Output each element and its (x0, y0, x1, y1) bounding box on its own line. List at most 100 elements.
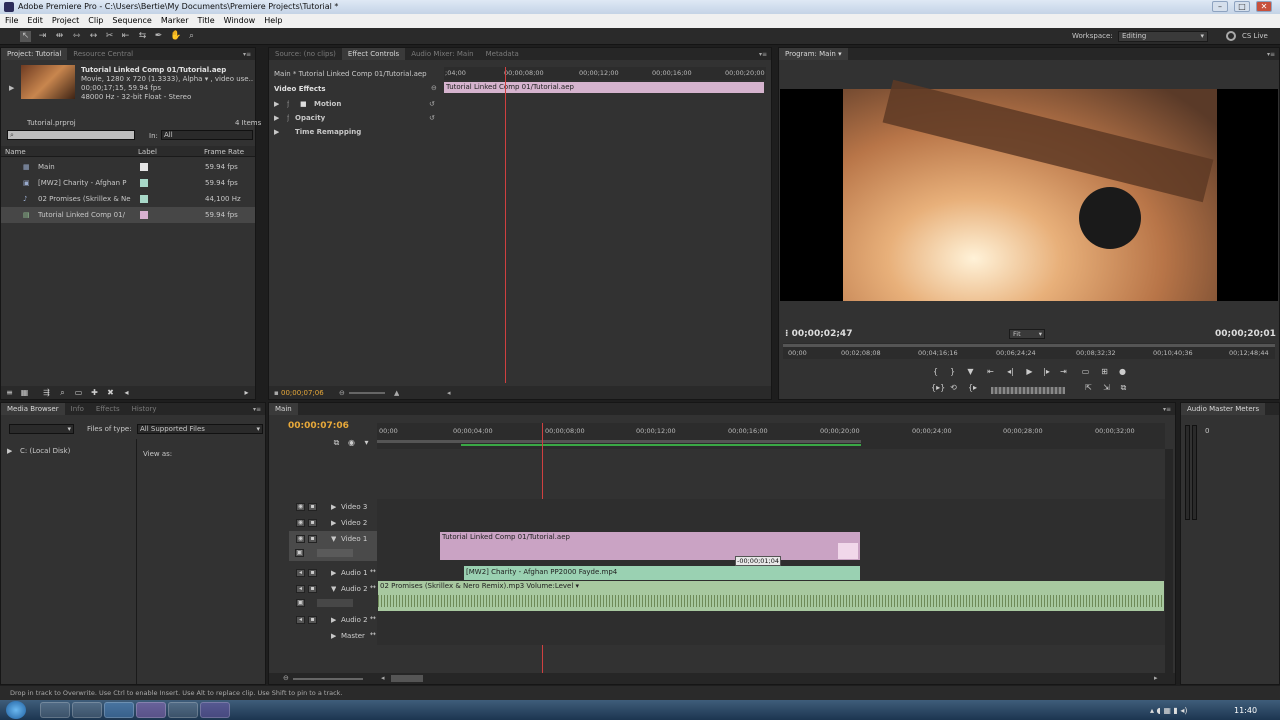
eye-icon[interactable]: ◉ (296, 535, 305, 543)
drive-item[interactable]: C: (Local Disk) (20, 447, 70, 455)
menu-clip[interactable]: Clip (88, 14, 103, 28)
trim-monitor-icon[interactable]: ⧉ (1118, 382, 1129, 393)
effect-row-opacity[interactable]: ▶ ƒ Opacity ↺ (269, 111, 443, 125)
reset-icon[interactable]: ↺ (429, 114, 435, 122)
lock-icon[interactable]: ▪ (308, 535, 317, 543)
track-header-master[interactable]: ▶ Master ↔ (269, 628, 377, 644)
zoom-in-icon[interactable]: ▲ (394, 389, 399, 397)
timeline-ruler[interactable]: 00;00 00;00;04;00 00;00;08;00 00;00;12;0… (377, 423, 1165, 449)
cs-live-icon[interactable] (1226, 31, 1236, 41)
lock-icon[interactable]: ▪ (308, 569, 317, 577)
timeline-timecode[interactable]: 00:00:07:06 (288, 421, 349, 431)
zoom-out-icon[interactable]: ⊖ (283, 674, 289, 682)
icon-view-icon[interactable]: ▦ (19, 387, 30, 398)
panel-menu-icon[interactable]: ▾≡ (253, 406, 261, 413)
tab-resource-central[interactable]: Resource Central (67, 48, 139, 60)
clip-video-1[interactable]: Tutorial Linked Comp 01/Tutorial.aep (440, 532, 860, 560)
expand-triangle-icon[interactable]: ▶ (331, 632, 336, 640)
lift-icon[interactable]: ⇱ (1083, 382, 1094, 393)
add-marker-icon[interactable]: ▾ (361, 437, 372, 448)
output-icon[interactable]: ⊞ (1099, 366, 1110, 377)
clip-audio-2[interactable]: 02 Promises (Skrillex & Nero Remix).mp3 … (378, 581, 1164, 611)
tab-audio-master-meters[interactable]: Audio Master Meters (1181, 403, 1266, 415)
expand-triangle-icon[interactable]: ▶ (331, 616, 336, 624)
tab-project[interactable]: Project: Tutorial (1, 48, 68, 60)
tab-source[interactable]: Source: (no clips) (269, 48, 342, 60)
keyframe-display-icon[interactable]: ▣ (296, 599, 305, 607)
tab-timeline-main[interactable]: Main (269, 403, 298, 415)
expand-triangle-icon[interactable]: ▶ (7, 447, 12, 455)
track-select-tool-icon[interactable]: ⇥ (37, 31, 48, 42)
keyframe-display-icon[interactable]: ▣ (295, 549, 304, 557)
track-header-audio-2[interactable]: ◂ ▪ ▼ Audio 2 ↔ ▣ (269, 581, 377, 611)
close-button[interactable]: ✕ (1256, 1, 1272, 12)
track-header-video-1[interactable]: ◉ ▪ ▼ Video 1 ▣ (289, 531, 377, 561)
ripple-edit-tool-icon[interactable]: ⇹ (54, 31, 65, 42)
taskbar-skype-icon[interactable] (104, 702, 134, 718)
track-header-video-3[interactable]: ◉ ▪ ▶ Video 3 (269, 499, 377, 515)
menu-marker[interactable]: Marker (161, 14, 189, 28)
tab-effect-controls[interactable]: Effect Controls (341, 48, 406, 60)
start-button-icon[interactable] (6, 701, 26, 719)
tray-icons[interactable]: ▴ ◖ ▦ ▮ ◂) (1150, 706, 1188, 715)
keyframe-nav[interactable] (317, 599, 353, 607)
panel-menu-icon[interactable]: ▾≡ (759, 51, 767, 58)
list-item[interactable]: ▦ Main 59.94 fps (1, 159, 255, 175)
hand-tool-icon[interactable]: ✋ (170, 31, 181, 42)
scroll-left-icon[interactable]: ◂ (381, 674, 385, 682)
keyframe-nav[interactable] (317, 549, 353, 557)
play-thumb-icon[interactable]: ▶ (9, 84, 16, 92)
menu-sequence[interactable]: Sequence (112, 14, 151, 28)
tab-metadata[interactable]: Metadata (480, 48, 525, 60)
step-back-icon[interactable]: ◂| (1005, 366, 1016, 377)
scroll-right-icon[interactable]: ▸ (241, 387, 252, 398)
list-item[interactable]: ▣ [MW2] Charity - Afghan P 59.94 fps (1, 175, 255, 191)
track-header-video-2[interactable]: ◉ ▪ ▶ Video 2 (269, 515, 377, 531)
menu-title[interactable]: Title (198, 14, 215, 28)
taskbar-clock[interactable]: 11:40 (1234, 706, 1257, 715)
in-dropdown[interactable]: All (161, 130, 253, 140)
lock-icon[interactable]: ▪ (308, 616, 317, 624)
play-icon[interactable]: ▶ (1024, 366, 1035, 377)
list-item[interactable]: ♪ 02 Promises (Skrillex & Ne 44,100 Hz (1, 191, 255, 207)
list-item[interactable]: ▤ Tutorial Linked Comp 01/ 59.94 fps (1, 207, 255, 223)
reset-icon[interactable]: ↺ (429, 100, 435, 108)
jog-shuttle[interactable] (991, 387, 1065, 394)
expand-triangle-icon[interactable]: ▶ (331, 519, 336, 527)
col-name[interactable]: Name (5, 148, 26, 156)
menu-help[interactable]: Help (264, 14, 282, 28)
pen-tool-icon[interactable]: ✒ (153, 31, 164, 42)
find-icon[interactable]: ⌕ (57, 387, 68, 398)
timeline-zoom-slider[interactable] (293, 678, 363, 680)
rate-stretch-tool-icon[interactable]: ↔ (88, 31, 99, 42)
taskbar-after-effects-icon[interactable] (200, 702, 230, 718)
work-area-bar[interactable] (377, 440, 861, 443)
expand-triangle-icon[interactable]: ▶ (274, 128, 279, 136)
tab-audio-mixer[interactable]: Audio Mixer: Main (405, 48, 479, 60)
new-item-icon[interactable]: ✚ (89, 387, 100, 398)
program-ruler[interactable]: 00;00 00;02;08;08 00;04;16;16 00;06;24;2… (783, 343, 1275, 359)
lock-icon[interactable]: ▪ (308, 519, 317, 527)
col-frame-rate[interactable]: Frame Rate (204, 148, 244, 156)
mark-in-icon[interactable]: { (930, 366, 941, 377)
zoom-tool-icon[interactable]: ⌕ (186, 31, 197, 42)
panel-menu-icon[interactable]: ▾≡ (1163, 406, 1171, 413)
eye-icon[interactable]: ◉ (296, 503, 305, 511)
toggle-effect-icon[interactable]: ⊖ (431, 84, 437, 92)
effect-clip-bar[interactable]: Tutorial Linked Comp 01/Tutorial.aep (444, 82, 764, 93)
set-marker-icon[interactable]: ◉ (346, 437, 357, 448)
export-frame-icon[interactable]: ● (1117, 366, 1128, 377)
track-header-audio-1[interactable]: ◂ ▪ ▶ Audio 1 ↔ (269, 565, 377, 581)
expand-triangle-icon[interactable]: ▼ (331, 535, 336, 543)
taskbar-explorer-icon[interactable] (72, 702, 102, 718)
razor-tool-icon[interactable]: ✂ (104, 31, 115, 42)
menu-window[interactable]: Window (224, 14, 256, 28)
mark-out-icon[interactable]: } (947, 366, 958, 377)
expand-triangle-icon[interactable]: ▶ (274, 100, 279, 108)
automate-icon[interactable]: ⇶ (41, 387, 52, 398)
step-forward-icon[interactable]: |▸ (1041, 366, 1052, 377)
restore-button[interactable]: □ (1234, 1, 1250, 12)
delete-icon[interactable]: ✖ (105, 387, 116, 398)
track-header-audio-2b[interactable]: ◂ ▪ ▶ Audio 2 ↔ (269, 612, 377, 628)
rolling-edit-tool-icon[interactable]: ⇿ (71, 31, 82, 42)
